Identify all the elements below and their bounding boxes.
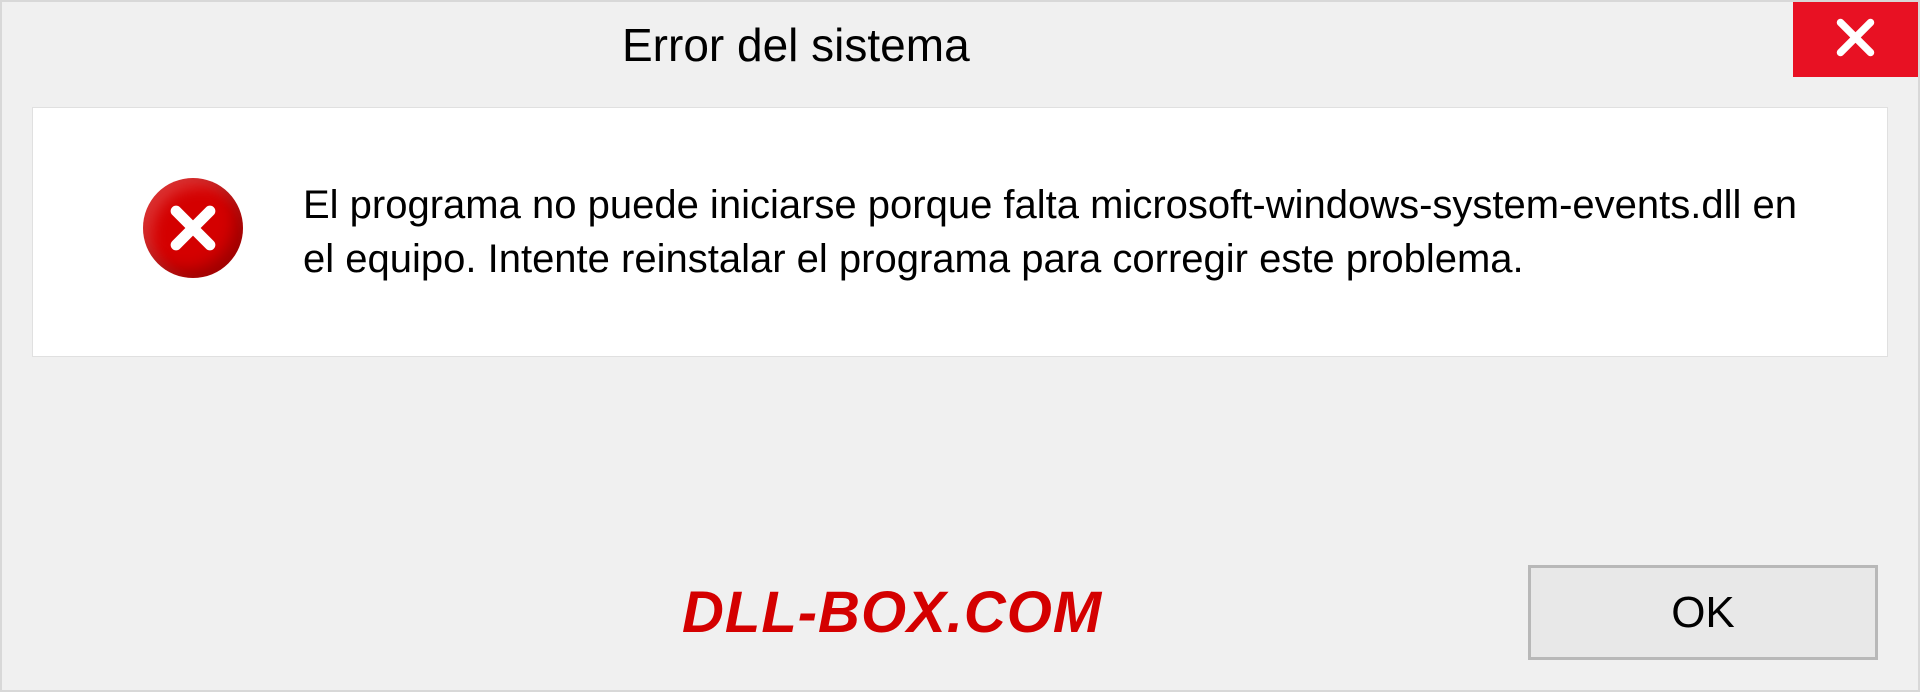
watermark-text: DLL-BOX.COM bbox=[682, 579, 1102, 646]
error-icon bbox=[143, 178, 243, 278]
ok-button-label: OK bbox=[1671, 588, 1735, 638]
close-button[interactable] bbox=[1793, 2, 1918, 77]
error-dialog: Error del sistema El programa no puede i… bbox=[0, 0, 1920, 692]
ok-button[interactable]: OK bbox=[1528, 565, 1878, 660]
dialog-title: Error del sistema bbox=[2, 18, 970, 72]
error-message: El programa no puede iniciarse porque fa… bbox=[303, 178, 1823, 286]
content-panel: El programa no puede iniciarse porque fa… bbox=[32, 107, 1888, 357]
titlebar: Error del sistema bbox=[2, 2, 1918, 87]
dialog-footer: DLL-BOX.COM OK bbox=[2, 565, 1918, 660]
close-icon bbox=[1833, 15, 1878, 65]
